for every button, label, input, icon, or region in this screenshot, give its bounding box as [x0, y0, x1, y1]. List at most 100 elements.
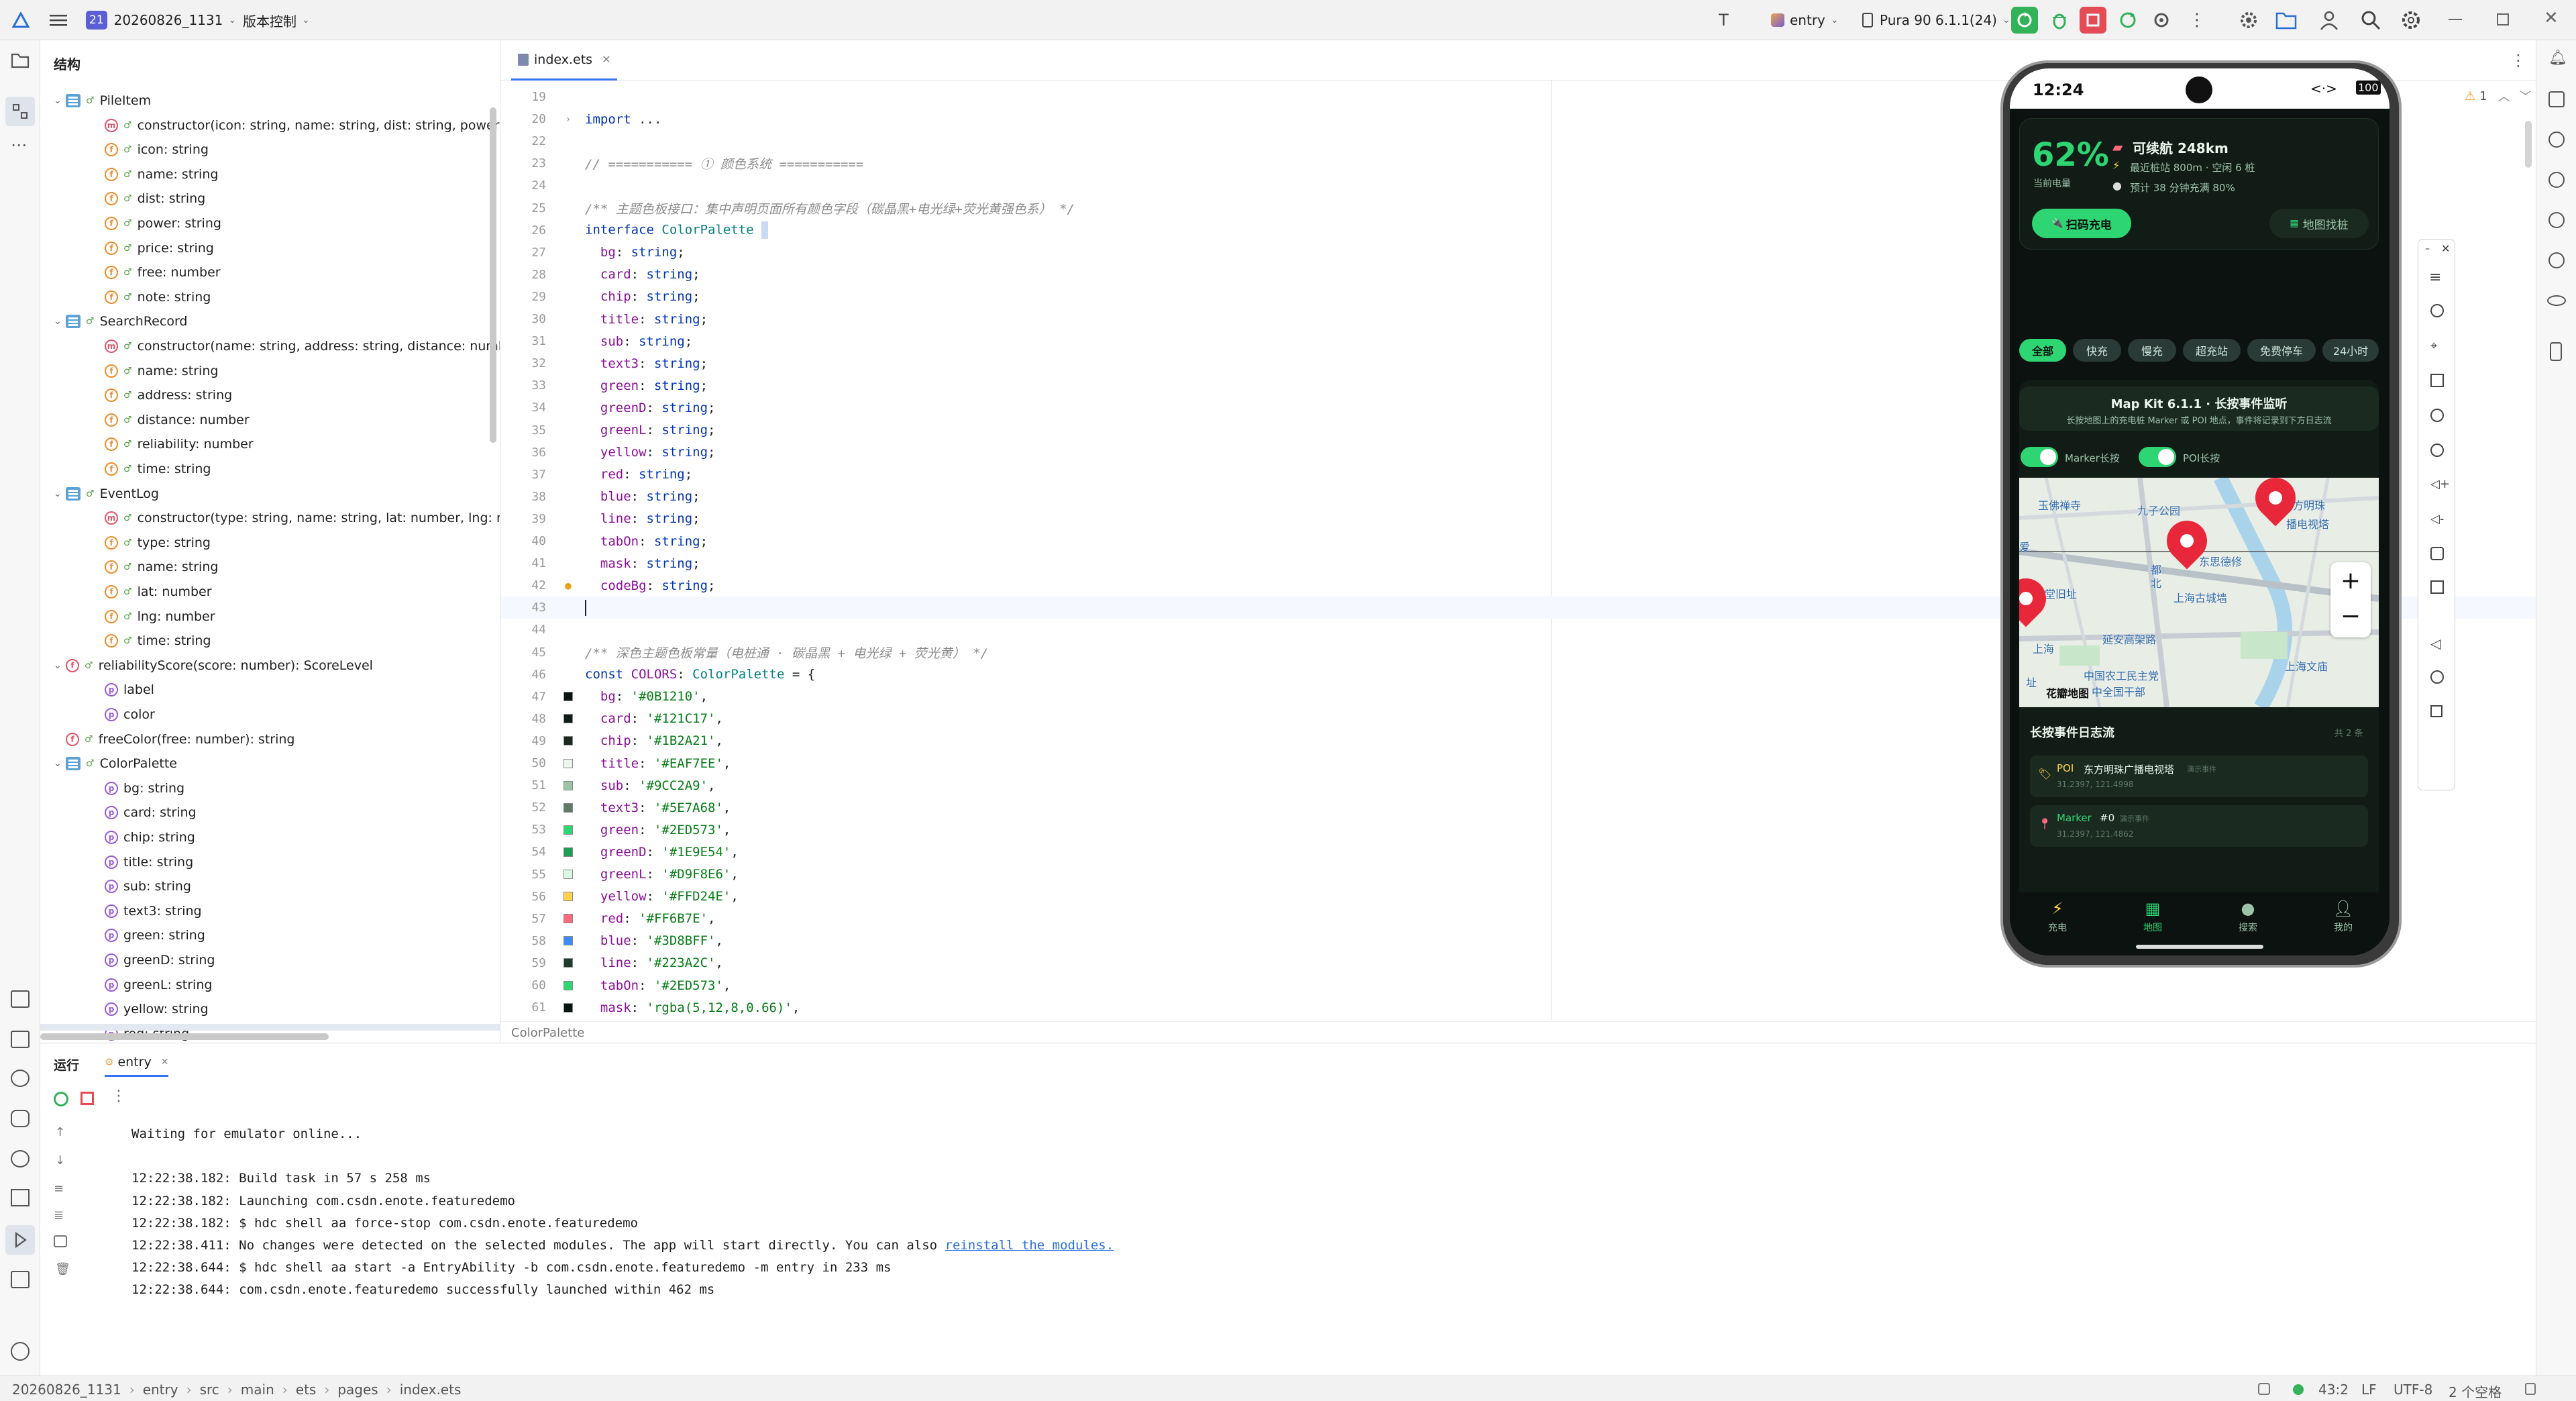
phone-tab[interactable]: ▦ 地图 [2105, 899, 2200, 946]
sort-icon[interactable]: ≣ [54, 1208, 64, 1223]
main-menu-icon[interactable] [50, 13, 67, 27]
profiler-icon[interactable] [2151, 9, 2172, 31]
color-swatch[interactable] [564, 980, 573, 990]
trash-icon[interactable]: 🗑︎ [55, 1262, 70, 1276]
console-icon[interactable] [11, 1271, 30, 1288]
text-format-icon[interactable]: T [1719, 11, 1729, 30]
color-swatch[interactable] [564, 958, 573, 968]
emulator-minimize-icon[interactable]: – [2425, 244, 2430, 254]
tree-row[interactable]: f ♂ freeColor(free: number): string [54, 727, 295, 751]
tree-row[interactable]: p yellow: string [105, 997, 209, 1021]
tree-row[interactable]: f ♂ free: number [105, 260, 221, 284]
indent-setting[interactable]: 2 个空格 [2449, 1382, 2502, 1401]
status-crumb[interactable]: 20260826_1131 [12, 1382, 121, 1398]
volume-up-icon[interactable]: ◁+ [2430, 477, 2450, 491]
account-icon[interactable] [2318, 9, 2340, 31]
window-icon[interactable] [2430, 580, 2444, 594]
device-manager-icon[interactable] [2548, 172, 2565, 188]
chevron-up-icon[interactable]: ︿ [2498, 87, 2510, 105]
tree-row[interactable]: ⌄ ♂ EventLog [54, 482, 159, 506]
tree-row[interactable]: p card: string [105, 800, 197, 825]
folder-icon[interactable] [2275, 11, 2297, 30]
recents-icon[interactable] [2430, 705, 2443, 717]
scroll-down-icon[interactable]: ↓ [55, 1153, 65, 1168]
debug-icon[interactable] [2049, 9, 2070, 31]
services-icon[interactable] [11, 1110, 30, 1127]
ide-settings-icon[interactable] [2400, 9, 2422, 31]
color-swatch[interactable] [564, 936, 573, 946]
tree-row[interactable]: p greenD: string [105, 948, 215, 972]
vertical-scrollbar[interactable] [490, 107, 496, 443]
color-swatch[interactable] [564, 870, 573, 879]
tree-row[interactable]: f ♂ name: string [105, 162, 218, 187]
tree-row[interactable]: f ♂ lat: number [105, 580, 212, 604]
tree-row[interactable]: f ♂ lng: number [105, 605, 215, 629]
color-swatch[interactable] [564, 847, 573, 857]
rerun-icon[interactable] [54, 1092, 68, 1106]
tab-close-icon[interactable]: ✕ [602, 53, 610, 66]
color-swatch[interactable] [564, 1002, 573, 1013]
status-crumb[interactable]: main [241, 1382, 274, 1398]
color-swatch[interactable] [564, 692, 573, 702]
project-folder-icon[interactable] [11, 52, 30, 68]
zoom-in-icon[interactable]: + [2330, 562, 2371, 600]
line-ending[interactable]: LF [2361, 1382, 2377, 1398]
emulator-close-icon[interactable]: ✕ [2441, 242, 2450, 255]
more-vert-icon[interactable]: ⋮ [2188, 9, 2206, 31]
status-crumb[interactable]: index.ets [400, 1382, 462, 1398]
minimize-icon[interactable] [2449, 19, 2462, 20]
tree-row[interactable]: p color [105, 703, 155, 727]
preview-icon[interactable] [2548, 212, 2565, 228]
horizontal-scrollbar[interactable] [40, 1033, 329, 1040]
inspector-icon[interactable] [2548, 252, 2565, 268]
tab-index-ets[interactable]: index.ets ✕ [511, 40, 618, 81]
zoom-out-icon[interactable]: − [2330, 600, 2371, 637]
color-swatch[interactable] [564, 914, 573, 924]
filter-chip[interactable]: 免费停车 [2247, 339, 2316, 362]
color-swatch[interactable] [564, 892, 573, 902]
stop-run-icon[interactable] [80, 1092, 94, 1105]
notifications-icon[interactable] [11, 1342, 30, 1361]
status-crumb[interactable]: entry [143, 1382, 178, 1398]
tree-row[interactable]: p sub: string [105, 874, 191, 898]
map-view[interactable]: 玉佛禅寺 九子公园 东方明珠 播电视塔 东思德修 上海古城墙 南堂旧址 延安高架路 上海 中国农工… [2019, 478, 2379, 707]
map-find-button[interactable]: ▦ 地图找桩 [2269, 209, 2369, 238]
emulator-menu-icon[interactable]: ≡ [2429, 269, 2441, 286]
tree-row[interactable]: f ♂ time: string [105, 457, 211, 481]
maximize-icon[interactable] [2497, 13, 2509, 25]
run-icon[interactable] [2011, 7, 2038, 34]
crop-icon[interactable] [2430, 374, 2444, 387]
tree-row[interactable]: p bg: string [105, 776, 184, 800]
poi-longpress-toggle[interactable] [2139, 447, 2176, 467]
scroll-up-icon[interactable]: ↑ [55, 1125, 65, 1139]
run-tab-close-icon[interactable]: ✕ [161, 1057, 169, 1068]
caret-position[interactable]: 43:2 [2318, 1382, 2349, 1398]
chevron-down-icon[interactable]: ⌄ [54, 316, 66, 327]
tree-row[interactable]: f ♂ note: string [105, 285, 211, 309]
tree-row[interactable]: f ♂ dist: string [105, 187, 205, 211]
print-icon[interactable] [54, 1235, 67, 1247]
stop-icon[interactable] [2080, 7, 2106, 34]
tree-row[interactable]: ⌄ ♂ ColorPalette [54, 751, 177, 776]
structure-tool-icon[interactable] [5, 97, 35, 126]
reinstall-link[interactable]: reinstall the modules. [945, 1238, 1114, 1253]
phone-tab[interactable]: ● 搜索 [2200, 899, 2296, 946]
location-icon[interactable] [2430, 444, 2444, 457]
home-icon[interactable] [2430, 670, 2444, 684]
more-horiz-icon[interactable]: ⋯ [11, 136, 27, 154]
volume-down-icon[interactable]: ◁- [2430, 512, 2444, 526]
device-phone-icon[interactable] [2550, 342, 2562, 361]
marker-longpress-toggle[interactable] [2021, 447, 2058, 467]
build-icon[interactable] [11, 1189, 30, 1206]
chevron-down-icon[interactable]: ﹀ [2520, 87, 2532, 105]
tree-row[interactable]: f ♂ icon: string [105, 138, 209, 162]
filter-chip[interactable]: 全部 [2019, 339, 2066, 362]
tree-row[interactable]: m ♂ constructor(name: string, address: str… [105, 334, 500, 358]
tree-row[interactable]: f ♂ name: string [105, 555, 218, 579]
tree-row[interactable]: f ♂ reliability: number [105, 432, 254, 456]
chevron-down-icon[interactable]: ⌄ [54, 95, 66, 106]
chevron-down-icon[interactable]: ⌄ [54, 660, 66, 671]
tree-row[interactable]: ⌄ f ♂ reliabilityScore(score: number): Scor… [54, 654, 373, 678]
filter-chip[interactable]: 慢充 [2128, 339, 2176, 362]
chevron-down-icon[interactable]: ⌄ [54, 758, 66, 769]
